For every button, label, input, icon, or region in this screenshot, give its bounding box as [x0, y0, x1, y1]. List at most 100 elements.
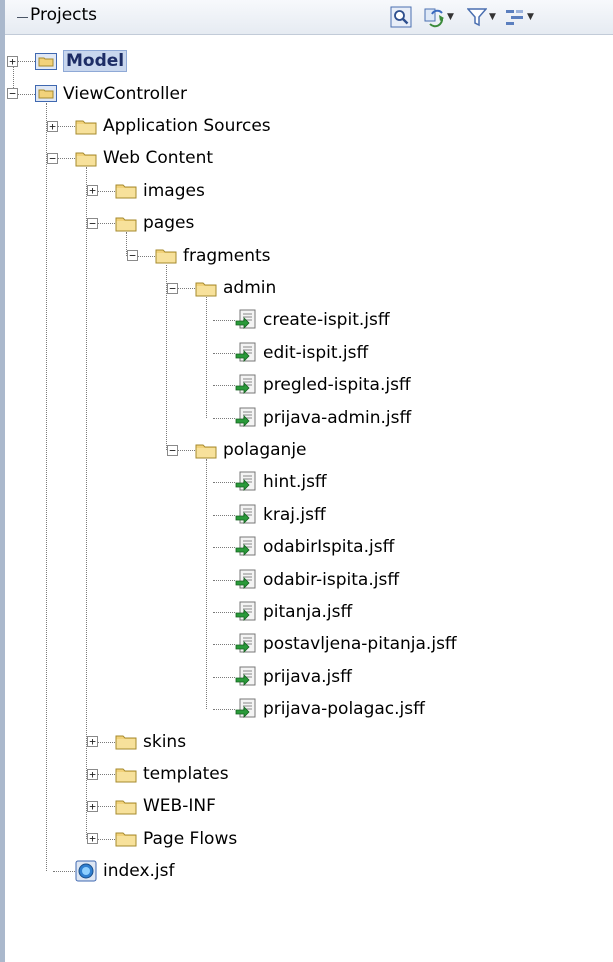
jsff-file-icon: [235, 569, 257, 591]
tree-guide-line: [206, 297, 207, 418]
tree-connector-line: [213, 579, 235, 581]
tree-node[interactable]: index.jsf: [75, 855, 174, 887]
tree-node[interactable]: skins: [115, 726, 186, 758]
tree-node-label: prijava-admin.jsff: [263, 407, 412, 428]
tree-guide-line: [206, 459, 207, 710]
folder-icon: [115, 182, 137, 199]
tree-node[interactable]: hint.jsff: [235, 466, 327, 498]
folder-icon: [115, 215, 137, 232]
tree-node[interactable]: odabirIspita.jsff: [235, 531, 394, 563]
tree-node-label: skins: [143, 731, 187, 752]
tree-node[interactable]: Model: [35, 45, 128, 77]
folder-icon: [195, 442, 217, 459]
expand-icon[interactable]: +: [47, 120, 58, 132]
tree-node[interactable]: edit-ispit.jsff: [235, 337, 368, 369]
tree-node-label: polaganje: [223, 440, 307, 460]
chevron-down-icon: ▼: [527, 12, 534, 22]
tree-node[interactable]: prijava-polagac.jsff: [235, 693, 425, 725]
expand-icon[interactable]: +: [87, 800, 98, 812]
jsff-file-icon: [235, 666, 257, 688]
tree-node[interactable]: images: [115, 175, 205, 207]
tree-connector-line: [213, 644, 235, 646]
tree-node[interactable]: WEB-INF: [115, 790, 216, 822]
folder-icon: [115, 766, 137, 783]
tree-node[interactable]: postavljena-pitanja.jsff: [235, 628, 457, 660]
tree-node[interactable]: Page Flows: [115, 823, 237, 855]
folder-icon: [195, 280, 217, 297]
tree-connector-line: [213, 320, 235, 322]
tree-connector-line: [213, 547, 235, 549]
view-options-button[interactable]: ▼: [505, 6, 534, 28]
options-icon: [506, 10, 523, 25]
filter-menu-button[interactable]: ▼: [467, 6, 496, 28]
tree-guide-line: [46, 102, 47, 872]
folder-icon: [115, 798, 137, 815]
tree-node[interactable]: Web Content: [75, 142, 213, 174]
search-button[interactable]: [390, 6, 412, 28]
tree-node[interactable]: Application Sources: [75, 110, 271, 142]
tree-node[interactable]: pitanja.jsff: [235, 596, 352, 628]
jsff-file-icon: [235, 633, 257, 655]
tree-node[interactable]: fragments: [155, 240, 271, 272]
tree-connector-line: [213, 417, 235, 419]
collapse-icon[interactable]: −: [7, 88, 18, 100]
jsf-file-icon: [75, 860, 97, 882]
expand-icon[interactable]: +: [87, 736, 98, 748]
tree-node-label: images: [143, 180, 205, 201]
tree-node[interactable]: admin: [195, 272, 276, 304]
jsff-file-icon: [235, 407, 257, 429]
tree-node[interactable]: ViewController: [35, 78, 187, 110]
folder-icon: [75, 118, 97, 135]
jsff-file-icon: [235, 698, 257, 720]
sync-icon: [424, 8, 444, 28]
tree-node-label: create-ispit.jsff: [263, 310, 390, 331]
expand-icon[interactable]: +: [7, 55, 18, 67]
tree-node-label: pregled-ispita.jsff: [263, 375, 411, 396]
tree-node-label: Web Content: [103, 148, 214, 169]
tree-node-label: ViewController: [63, 83, 187, 104]
folder-icon: [155, 247, 177, 264]
tree-node[interactable]: polaganje: [195, 434, 307, 466]
collapse-icon[interactable]: −: [167, 444, 178, 456]
tree-node[interactable]: pregled-ispita.jsff: [235, 369, 411, 401]
project-icon: [35, 52, 57, 70]
chevron-down-icon: ▼: [447, 12, 454, 22]
tree-node[interactable]: kraj.jsff: [235, 499, 326, 531]
tree-connector-line: [213, 709, 235, 711]
tree-connector-line: [213, 612, 235, 613]
project-tree: + Model − ViewController + Application Source…: [5, 35, 613, 962]
sync-menu-button[interactable]: ▼: [423, 6, 454, 28]
tree-node-label: pitanja.jsff: [263, 602, 353, 622]
filter-icon: [467, 8, 487, 27]
collapse-icon[interactable]: −: [87, 217, 98, 229]
folder-icon: [75, 150, 97, 167]
tree-node[interactable]: prijava.jsff: [235, 661, 352, 693]
collapse-icon[interactable]: −: [167, 282, 178, 294]
collapse-icon[interactable]: −: [127, 250, 138, 262]
tree-node[interactable]: templates: [115, 758, 229, 790]
expand-icon[interactable]: +: [87, 185, 98, 197]
tree-node-label: Model: [63, 50, 128, 73]
tree-connector-line: [213, 352, 235, 354]
tree-node-label: prijava.jsff: [263, 666, 352, 687]
tree-connector-line: [213, 514, 235, 516]
tree-node[interactable]: prijava-admin.jsff: [235, 402, 411, 434]
tree-node-label: edit-ispit.jsff: [263, 342, 369, 363]
panel-collapse-icon[interactable]: [17, 13, 28, 22]
collapse-icon[interactable]: −: [47, 152, 58, 164]
tree-node-label: index.jsf: [103, 861, 175, 882]
tree-node-label: kraj.jsff: [263, 504, 326, 525]
tree-node-label: hint.jsff: [263, 472, 327, 493]
expand-icon[interactable]: +: [87, 768, 98, 780]
tree-node[interactable]: odabir-ispita.jsff: [235, 564, 399, 596]
expand-icon[interactable]: +: [87, 833, 98, 845]
tree-node[interactable]: pages: [115, 207, 194, 239]
folder-icon: [115, 733, 137, 750]
jsff-file-icon: [235, 309, 257, 331]
tree-node-label: admin: [223, 278, 277, 298]
jsff-file-icon: [235, 601, 257, 623]
tree-node[interactable]: create-ispit.jsff: [235, 304, 390, 336]
tree-node-label: Application Sources: [103, 116, 271, 136]
tree-node-label: postavljena-pitanja.jsff: [263, 634, 457, 655]
tree-node-label: prijava-polagac.jsff: [263, 699, 425, 720]
